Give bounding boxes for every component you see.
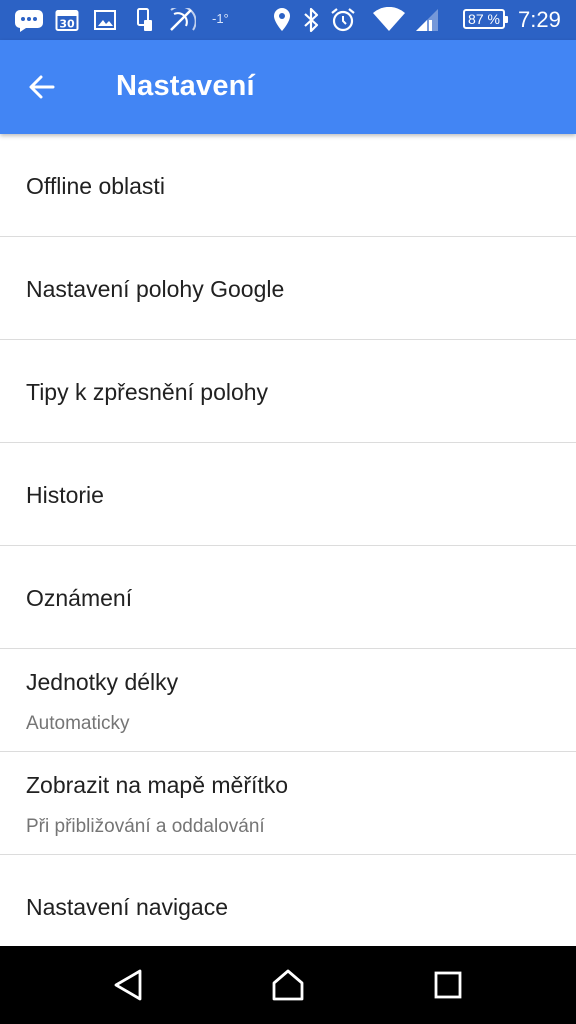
back-triangle-icon: [114, 969, 142, 1001]
wifi-icon: [372, 7, 406, 33]
navigation-bar: [0, 946, 576, 1024]
nav-home-button[interactable]: [266, 963, 310, 1007]
signal-icon: [414, 7, 440, 33]
settings-item-notifications[interactable]: Oznámení: [0, 546, 576, 649]
location-icon: [272, 7, 292, 33]
settings-item-history[interactable]: Historie: [0, 443, 576, 546]
settings-item-title: Nastavení navigace: [26, 894, 229, 920]
settings-item-subtitle: Při přibližování a oddalování: [26, 816, 265, 837]
calendar-icon: 30: [55, 7, 79, 33]
settings-item-title: Offline oblasti: [26, 173, 165, 199]
device-icon: [134, 7, 154, 33]
nav-back-button[interactable]: [106, 963, 150, 1007]
nav-recents-button[interactable]: [426, 963, 470, 1007]
clock: 7:29: [518, 7, 561, 32]
settings-item-title: Zobrazit na mapě měřítko: [26, 772, 289, 798]
settings-item-title: Tipy k zpřesnění polohy: [26, 379, 269, 405]
nfc-icon: [168, 7, 196, 33]
settings-item-subtitle: Automaticky: [26, 713, 130, 734]
settings-item-navigation-settings[interactable]: Nastavení navigace: [0, 855, 576, 946]
settings-item-title: Oznámení: [26, 585, 133, 611]
settings-item-show-scale[interactable]: Zobrazit na mapě měřítko Při přibližován…: [0, 752, 576, 855]
calendar-day: 30: [59, 18, 75, 31]
status-bar: 30 -1° 87 % 7:29: [0, 0, 576, 40]
settings-item-google-location-settings[interactable]: Nastavení polohy Google: [0, 237, 576, 340]
settings-item-title: Historie: [26, 482, 104, 508]
back-button[interactable]: [18, 63, 66, 111]
home-icon: [272, 969, 304, 1001]
messenger-icon: [14, 7, 44, 33]
app-bar: Nastavení: [0, 40, 576, 134]
screen: 30 -1° 87 % 7:29 Nastavení Offline oblas…: [0, 0, 576, 1024]
page-title: Nastavení: [116, 70, 255, 102]
alarm-icon: [330, 7, 356, 33]
bluetooth-icon: [302, 7, 320, 33]
settings-item-title: Nastavení polohy Google: [26, 276, 285, 302]
settings-item-title: Jednotky délky: [26, 669, 179, 695]
settings-list: Offline oblasti Nastavení polohy Google …: [0, 134, 576, 946]
battery-icon: 87 %: [463, 9, 508, 29]
arrow-back-icon: [29, 75, 55, 99]
settings-item-distance-units[interactable]: Jednotky délky Automaticky: [0, 649, 576, 752]
gallery-icon: [94, 7, 116, 33]
temperature-label: -1°: [212, 11, 229, 26]
recents-icon: [434, 971, 462, 999]
settings-item-location-accuracy-tips[interactable]: Tipy k zpřesnění polohy: [0, 340, 576, 443]
settings-item-offline-areas[interactable]: Offline oblasti: [0, 134, 576, 237]
